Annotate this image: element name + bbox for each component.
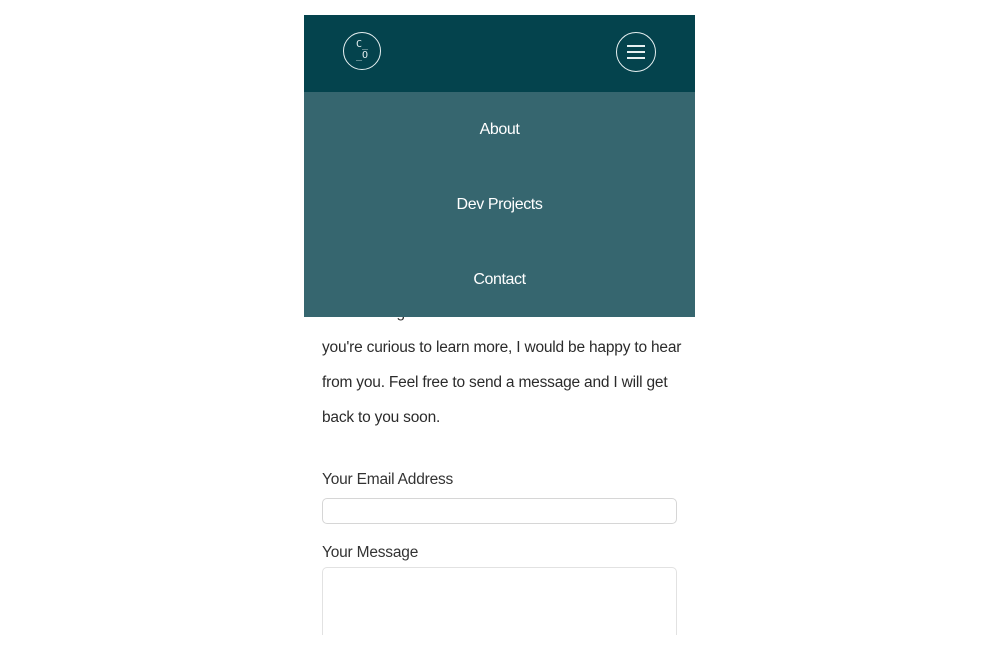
site-header: C_ _O [304, 15, 695, 92]
hamburger-icon-bar [627, 51, 645, 53]
logo-text-bottom: _O [355, 50, 369, 61]
email-field[interactable] [322, 498, 677, 524]
email-field-label: Your Email Address [322, 471, 454, 488]
intro-line: you're curious to learn more, I would be… [322, 339, 682, 356]
intro-line: back to you soon. [322, 409, 441, 426]
nav-item-dev-projects[interactable]: Dev Projects [304, 167, 695, 242]
hamburger-menu-button[interactable] [616, 32, 656, 72]
nav-item-about[interactable]: About [304, 92, 695, 167]
logo-text-top: C_ [355, 39, 369, 50]
mobile-viewport: and learning about other cultures around… [304, 15, 695, 635]
hamburger-icon [627, 45, 645, 47]
nav-item-contact[interactable]: Contact [304, 242, 695, 317]
hamburger-icon-bar [627, 57, 645, 59]
logo[interactable]: C_ _O [343, 32, 381, 70]
message-field-label: Your Message [322, 544, 419, 561]
message-field[interactable] [322, 567, 677, 635]
dropdown-nav-menu: About Dev Projects Contact [304, 92, 695, 317]
intro-line: from you. Feel free to send a message an… [322, 374, 668, 391]
